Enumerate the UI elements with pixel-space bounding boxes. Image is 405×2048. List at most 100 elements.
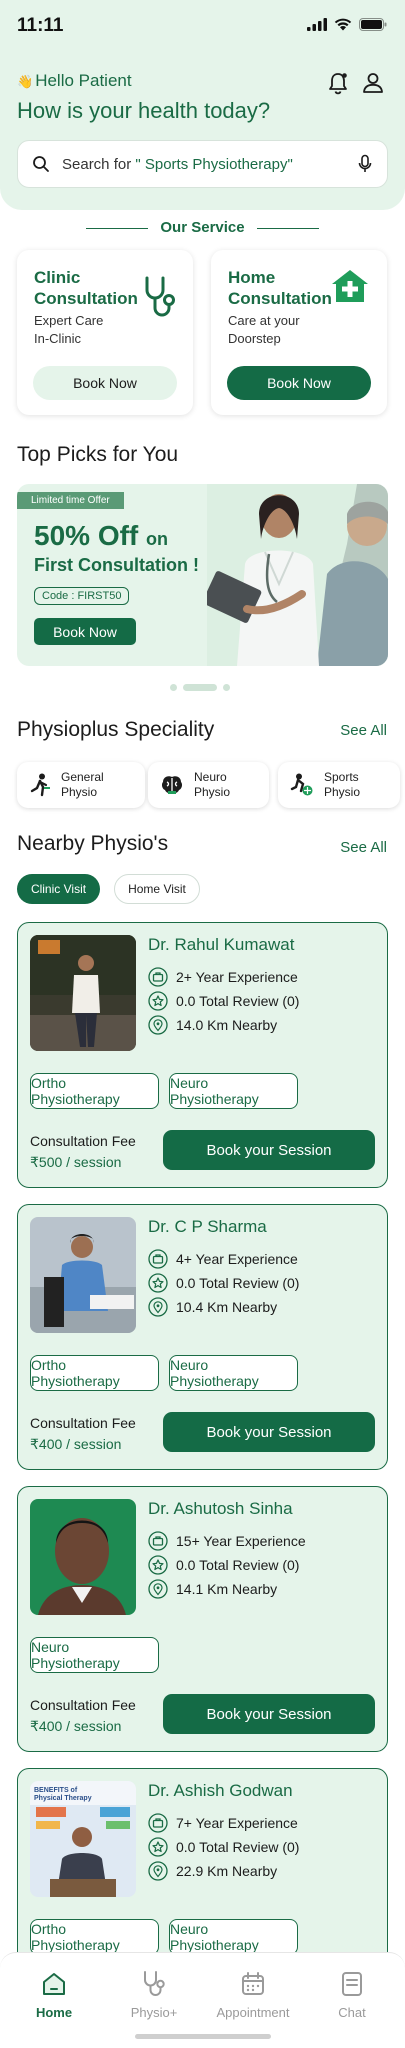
- nav-label: Chat: [338, 2005, 366, 2020]
- specialty-tag: Ortho Physiotherapy: [30, 1073, 159, 1109]
- fee-label: Consultation Fee: [30, 1415, 136, 1431]
- carousel-dot-active[interactable]: [183, 684, 217, 691]
- doctor-card[interactable]: Dr. Ashutosh Sinha 15+ Year Experience 0…: [17, 1486, 388, 1752]
- fee-value: ₹400 / session: [30, 1436, 122, 1452]
- speciality-sports-physio[interactable]: Sports Physio: [278, 762, 400, 808]
- distance-text: 10.4 Km Nearby: [176, 1299, 278, 1315]
- nav-label: Physio+: [130, 2005, 178, 2020]
- speciality-label: Neuro Physio: [194, 770, 230, 800]
- profile-icon[interactable]: [360, 70, 386, 96]
- search-placeholder: Search for " Sports Physiotherapy": [62, 156, 357, 173]
- greeting: 👋 Hello Patient: [17, 71, 132, 91]
- doctor-experience: 15+ Year Experience: [148, 1531, 306, 1551]
- nav-item-appointment[interactable]: Appointment: [213, 1969, 293, 2020]
- nearby-see-all-link[interactable]: See All: [340, 839, 387, 856]
- book-now-home-button[interactable]: Book Now: [227, 366, 371, 400]
- notification-bell-icon[interactable]: [325, 70, 351, 96]
- doctor-name: Dr. Rahul Kumawat: [148, 935, 295, 954]
- speciality-title: Physioplus Speciality: [17, 718, 215, 741]
- status-bar: 11:11: [0, 0, 405, 56]
- doctor-experience: 2+ Year Experience: [148, 967, 298, 987]
- doctor-card[interactable]: Dr. Rahul Kumawat 2+ Year Experience 0.0…: [17, 922, 388, 1188]
- nav-item-physio[interactable]: Physio+: [114, 1969, 194, 2020]
- doctor-experience: 7+ Year Experience: [148, 1813, 298, 1833]
- service-desc-line2: In-Clinic: [34, 331, 81, 346]
- star-icon: [148, 1555, 168, 1575]
- doctor-photo: [30, 935, 136, 1051]
- specialty-tag: Neuro Physiotherapy: [169, 1355, 298, 1391]
- speciality-label-line2: Physio: [324, 785, 361, 799]
- offer-tag: Limited time Offer: [17, 492, 124, 509]
- briefcase-icon: [148, 967, 168, 987]
- doctor-review: 0.0 Total Review (0): [148, 1837, 299, 1857]
- book-session-button[interactable]: Book your Session: [163, 1694, 375, 1734]
- banner-book-now-button[interactable]: Book Now: [34, 618, 136, 645]
- review-text: 0.0 Total Review (0): [176, 1275, 300, 1291]
- nav-item-chat[interactable]: Chat: [312, 1969, 392, 2020]
- headline: How is your health today?: [17, 98, 271, 123]
- experience-text: 4+ Year Experience: [176, 1251, 298, 1267]
- briefcase-icon: [148, 1249, 168, 1269]
- microphone-icon[interactable]: [357, 154, 373, 174]
- wave-icon: 👋: [17, 74, 34, 89]
- review-text: 0.0 Total Review (0): [176, 1839, 300, 1855]
- speciality-label-line2: Physio: [194, 785, 231, 799]
- book-session-button[interactable]: Book your Session: [163, 1130, 375, 1170]
- offer-headline: 50% Off on: [34, 520, 168, 552]
- book-now-clinic-button[interactable]: Book Now: [33, 366, 177, 400]
- doctor-review: 0.0 Total Review (0): [148, 1273, 299, 1293]
- speciality-label: General Physio: [61, 770, 104, 800]
- book-session-button[interactable]: Book your Session: [163, 1412, 375, 1452]
- doctor-name: Dr. Ashutosh Sinha: [148, 1499, 293, 1518]
- carousel-dot[interactable]: [223, 684, 230, 691]
- service-title: Our Service: [160, 219, 245, 236]
- offer-on: on: [146, 529, 169, 549]
- service-name-line1: Home: [228, 268, 276, 287]
- experience-text: 7+ Year Experience: [176, 1815, 298, 1831]
- promo-code: Code : FIRST50: [34, 587, 130, 605]
- speciality-see-all-link[interactable]: See All: [340, 722, 387, 739]
- offer-banner[interactable]: Limited time Offer 50% Off on First Cons…: [17, 484, 388, 666]
- doctor-name: Dr. C P Sharma: [148, 1217, 267, 1236]
- calendar-icon: [242, 1972, 264, 1995]
- speciality-neuro-physio[interactable]: Neuro Physio: [148, 762, 269, 808]
- specialty-tag: Neuro Physiotherapy: [30, 1637, 159, 1673]
- greeting-text: Hello Patient: [35, 71, 132, 90]
- fee-value: ₹400 / session: [30, 1718, 122, 1734]
- doctor-distance: 14.1 Km Nearby: [148, 1579, 277, 1599]
- offer-discount: 50% Off: [34, 520, 139, 551]
- speciality-label-line2: Physio: [61, 785, 98, 799]
- service-name: Home Consultation: [228, 267, 332, 309]
- sports-icon: [290, 773, 313, 796]
- status-icons: [307, 18, 387, 31]
- speciality-general-physio[interactable]: General Physio: [17, 762, 145, 808]
- status-time: 11:11: [17, 15, 64, 36]
- signal-icon: [307, 18, 327, 31]
- doctor-review: 0.0 Total Review (0): [148, 991, 299, 1011]
- doctor-card[interactable]: Dr. C P Sharma 4+ Year Experience 0.0 To…: [17, 1204, 388, 1470]
- fee-value: ₹500 / session: [30, 1154, 122, 1170]
- service-card-home[interactable]: Home Consultation Care at your Doorstep Bo…: [211, 250, 387, 415]
- carousel-dots[interactable]: [170, 684, 230, 691]
- chat-icon: [342, 1972, 362, 1996]
- service-desc-line2: Doorstep: [228, 331, 281, 346]
- star-icon: [148, 991, 168, 1011]
- poster-title: BENEFITS of Physical Therapy: [34, 1787, 92, 1802]
- service-name: Clinic Consultation: [34, 267, 138, 309]
- experience-text: 15+ Year Experience: [176, 1533, 306, 1549]
- nav-item-home[interactable]: Home: [14, 1969, 94, 2020]
- search-bar[interactable]: Search for " Sports Physiotherapy": [17, 140, 388, 188]
- specialty-tag: Ortho Physiotherapy: [30, 1355, 159, 1391]
- service-name-line1: Clinic: [34, 268, 81, 287]
- specialty-tag: Ortho Physiotherapy: [30, 1919, 159, 1955]
- carousel-dot[interactable]: [170, 684, 177, 691]
- service-card-clinic[interactable]: Clinic Consultation Expert Care In-Clinic …: [17, 250, 193, 415]
- tab-home-visit[interactable]: Home Visit: [114, 874, 200, 904]
- home-indicator[interactable]: [135, 2034, 271, 2039]
- distance-text: 14.0 Km Nearby: [176, 1017, 278, 1033]
- doctor-experience: 4+ Year Experience: [148, 1249, 298, 1269]
- tab-clinic-visit[interactable]: Clinic Visit: [17, 874, 100, 904]
- divider-right: [257, 228, 319, 229]
- specialty-tag: Neuro Physiotherapy: [169, 1919, 298, 1955]
- star-icon: [148, 1837, 168, 1857]
